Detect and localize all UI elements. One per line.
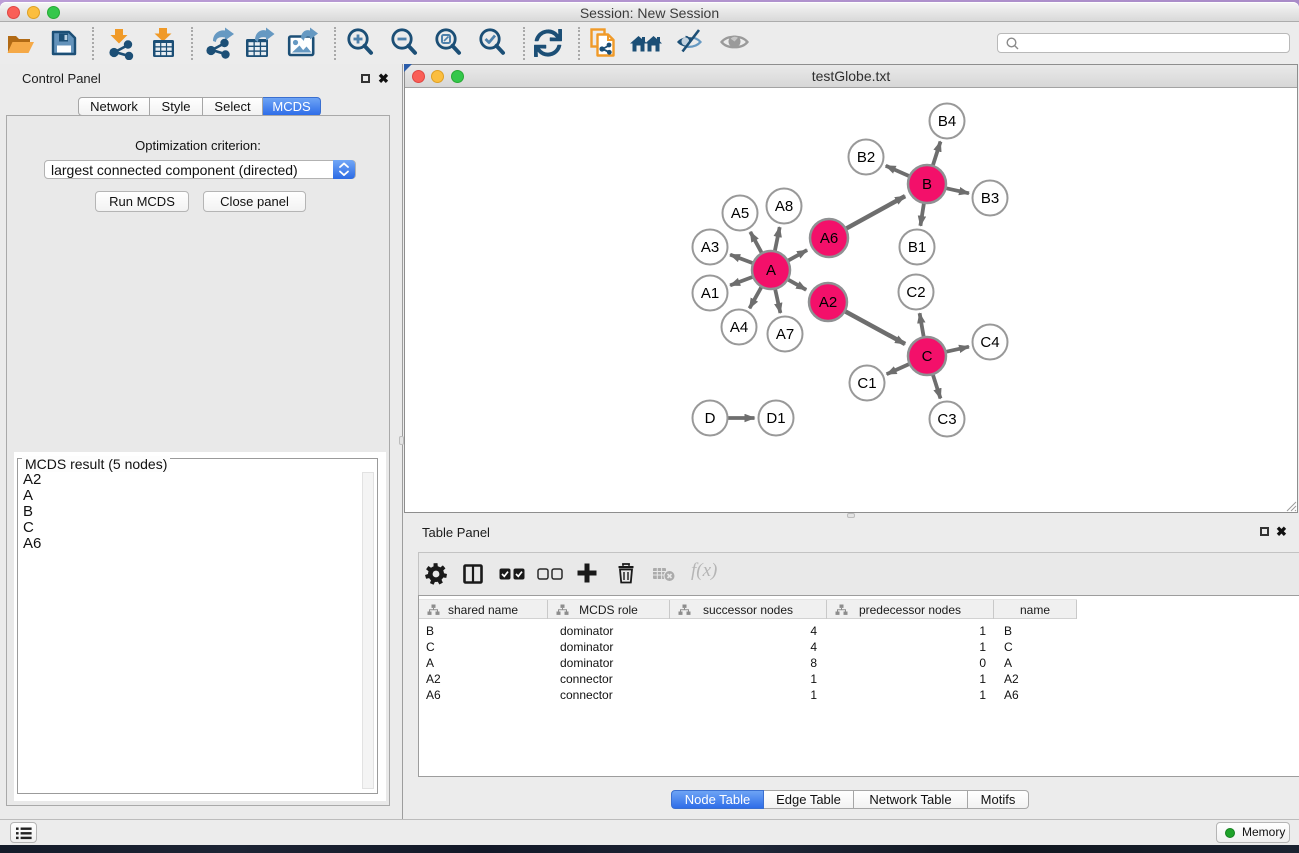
svg-text:A7: A7 (776, 326, 794, 343)
svg-text:B4: B4 (938, 113, 956, 130)
svg-text:C1: C1 (857, 375, 876, 392)
svg-text:A: A (766, 262, 776, 279)
svg-text:A1: A1 (701, 285, 719, 302)
svg-text:B1: B1 (908, 239, 926, 256)
svg-text:A5: A5 (731, 205, 749, 222)
svg-text:B2: B2 (857, 149, 875, 166)
svg-text:D1: D1 (766, 410, 785, 427)
svg-text:A3: A3 (701, 239, 719, 256)
svg-text:A6: A6 (820, 230, 838, 247)
svg-text:A8: A8 (775, 198, 793, 215)
svg-text:C3: C3 (937, 411, 956, 428)
svg-text:B: B (922, 176, 932, 193)
svg-text:C4: C4 (980, 334, 999, 351)
svg-text:C2: C2 (906, 284, 925, 301)
svg-text:C: C (922, 348, 933, 365)
svg-text:D: D (705, 410, 716, 427)
svg-text:B3: B3 (981, 190, 999, 207)
svg-text:A4: A4 (730, 319, 748, 336)
svg-text:A2: A2 (819, 294, 837, 311)
